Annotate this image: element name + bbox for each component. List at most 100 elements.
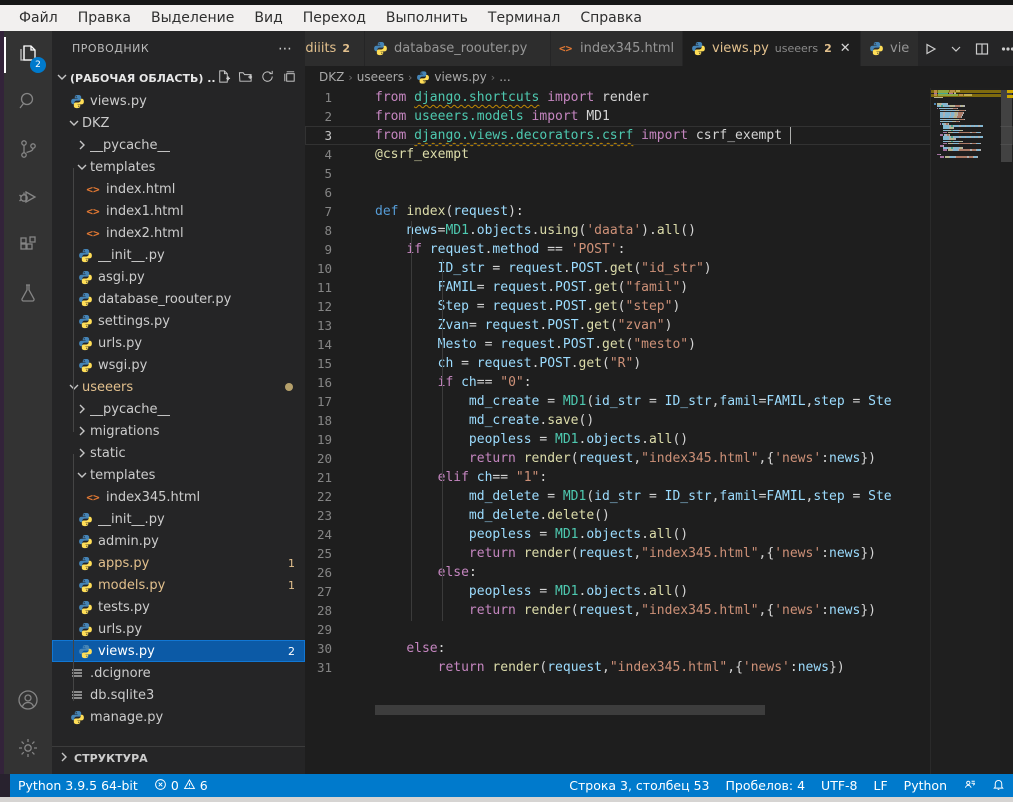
tree-folder-__pycache__[interactable]: __pycache__: [52, 398, 305, 420]
indentation-status[interactable]: Пробелов: 4: [718, 774, 814, 797]
tab-index345.html[interactable]: <>index345.html: [551, 31, 683, 66]
code-line-6[interactable]: 6: [305, 183, 1013, 202]
close-icon[interactable]: ✕: [838, 41, 853, 56]
encoding-status[interactable]: UTF-8: [813, 774, 865, 797]
refresh-icon[interactable]: [260, 69, 275, 87]
tree-file-urls.py[interactable]: urls.py: [52, 618, 305, 640]
language-mode-status[interactable]: Python: [896, 774, 955, 797]
tab-database_roouter.py[interactable]: database_roouter.py: [365, 31, 551, 66]
tab-views.py[interactable]: views.pyuseeers2✕: [683, 31, 861, 66]
menu-item-Справка[interactable]: Справка: [571, 8, 651, 28]
account-icon: [16, 688, 40, 716]
code-line-2[interactable]: 2from useeers.models import MD1: [305, 107, 1013, 126]
notifications-button[interactable]: [984, 774, 1013, 797]
tree-file-index.html[interactable]: <>index.html: [52, 178, 305, 200]
minimap[interactable]: [930, 88, 1000, 774]
new-file-icon[interactable]: [216, 69, 231, 87]
code-text: [353, 164, 375, 183]
tree-file-database_roouter.py[interactable]: database_roouter.py: [52, 288, 305, 310]
collapse-all-icon[interactable]: [282, 69, 297, 87]
testing-activity-button[interactable]: [4, 271, 52, 319]
breadcrumb-folder[interactable]: DKZ: [319, 70, 344, 84]
tab-label: database_roouter.py: [394, 41, 527, 56]
scrollbar-thumb[interactable]: [1001, 90, 1012, 162]
cursor-position-status[interactable]: Строка 3, столбец 53: [561, 774, 717, 797]
horizontal-scrollbar-thumb[interactable]: [375, 705, 765, 715]
breadcrumb-separator: ›: [348, 71, 352, 84]
tree-folder-templates[interactable]: templates: [52, 464, 305, 486]
more-actions-icon[interactable]: [997, 38, 1013, 60]
code-line-5[interactable]: 5: [305, 164, 1013, 183]
tree-file-settings.py[interactable]: settings.py: [52, 310, 305, 332]
tree-file-index1.html[interactable]: <>index1.html: [52, 200, 305, 222]
breadcrumb-folder[interactable]: useeers: [357, 70, 404, 84]
tree-folder-migrations[interactable]: migrations: [52, 420, 305, 442]
run-debug-activity-button[interactable]: [4, 175, 52, 223]
breadcrumb-file[interactable]: views.py: [434, 70, 486, 84]
menu-item-Правка[interactable]: Правка: [69, 8, 140, 28]
tree-item-label: models.py: [98, 578, 165, 593]
tree-file-models.py[interactable]: models.py1: [52, 574, 305, 596]
menu-item-Терминал[interactable]: Терминал: [479, 8, 569, 28]
tree-folder-DKZ[interactable]: DKZ: [52, 112, 305, 134]
tree-file-manage.py[interactable]: manage.py: [52, 706, 305, 728]
testing-flask-icon: [16, 281, 40, 309]
account-button[interactable]: [4, 678, 52, 726]
extensions-activity-button[interactable]: [4, 223, 52, 271]
tree-file-.dcignore[interactable]: .dcignore: [52, 662, 305, 684]
workspace-section-header[interactable]: (РАБОЧАЯ ОБЛАСТЬ) ...: [52, 66, 305, 90]
code-line-7[interactable]: 7def index(request):: [305, 202, 1013, 221]
tree-file-__init__.py[interactable]: __init__.py: [52, 508, 305, 530]
code-text: md_create = MD1(id_str = ID_str,famil=FA…: [353, 392, 892, 411]
problems-status[interactable]: 0 6: [146, 774, 216, 797]
code-line-30[interactable]: 30 else:: [305, 639, 1013, 658]
menu-item-Файл[interactable]: Файл: [10, 8, 67, 28]
tree-file-tests.py[interactable]: tests.py: [52, 596, 305, 618]
run-dropdown-icon[interactable]: [945, 38, 967, 60]
warning-icon: [183, 778, 196, 794]
vertical-scrollbar[interactable]: [1000, 88, 1013, 774]
menu-item-Вид[interactable]: Вид: [245, 8, 291, 28]
tree-file-index345.html[interactable]: <>index345.html: [52, 486, 305, 508]
tree-file-views.py[interactable]: views.py: [52, 90, 305, 112]
tree-file-__init__.py[interactable]: __init__.py: [52, 244, 305, 266]
run-icon[interactable]: [919, 38, 941, 60]
tree-file-index2.html[interactable]: <>index2.html: [52, 222, 305, 244]
code-text: return render(request,"index345.html",{'…: [353, 658, 845, 677]
tree-file-wsgi.py[interactable]: wsgi.py: [52, 354, 305, 376]
code-line-29[interactable]: 29: [305, 620, 1013, 639]
code-line-4[interactable]: 4@csrf_exempt: [305, 145, 1013, 164]
menu-item-Выполнить[interactable]: Выполнить: [377, 8, 477, 28]
search-activity-button[interactable]: [4, 79, 52, 127]
tree-file-asgi.py[interactable]: asgi.py: [52, 266, 305, 288]
tree-file-views.py[interactable]: views.py2: [52, 640, 305, 662]
outline-section-header[interactable]: СТРУКТУРА: [52, 746, 305, 770]
eol-status[interactable]: LF: [866, 774, 896, 797]
feedback-button[interactable]: [955, 774, 984, 797]
menu-item-Выделение[interactable]: Выделение: [142, 8, 243, 28]
code-line-3[interactable]: 3from django.views.decorators.csrf impor…: [305, 126, 1013, 145]
tree-folder-__pycache__[interactable]: __pycache__: [52, 134, 305, 156]
python-version-status[interactable]: Python 3.9.5 64-bit: [10, 774, 146, 797]
tree-file-admin.py[interactable]: admin.py: [52, 530, 305, 552]
code-line-31[interactable]: 31 return render(request,"index345.html"…: [305, 658, 1013, 677]
tree-folder-static[interactable]: static: [52, 442, 305, 464]
sidebar-more-actions[interactable]: ⋯: [278, 41, 293, 57]
code-line-1[interactable]: 1from django.shortcuts import render: [305, 88, 1013, 107]
tree-file-urls.py[interactable]: urls.py: [52, 332, 305, 354]
new-folder-icon[interactable]: [238, 69, 253, 87]
split-editor-icon[interactable]: [971, 38, 993, 60]
settings-button[interactable]: [4, 726, 52, 774]
tree-folder-useeers[interactable]: useeers: [52, 376, 305, 398]
tab-diiits[interactable]: diiits2: [305, 31, 365, 66]
tree-folder-templates[interactable]: templates: [52, 156, 305, 178]
menu-item-Переход[interactable]: Переход: [294, 8, 375, 28]
source-control-activity-button[interactable]: [4, 127, 52, 175]
tab-vie[interactable]: vie: [861, 31, 919, 66]
tree-file-db.sqlite3[interactable]: db.sqlite3: [52, 684, 305, 706]
explorer-activity-button[interactable]: 2: [4, 31, 52, 79]
breadcrumb-symbol[interactable]: ...: [499, 70, 510, 84]
line-number: 24: [305, 525, 353, 544]
tree-file-apps.py[interactable]: apps.py1: [52, 552, 305, 574]
breadcrumb[interactable]: DKZ › useeers › views.py › ...: [305, 66, 1013, 88]
